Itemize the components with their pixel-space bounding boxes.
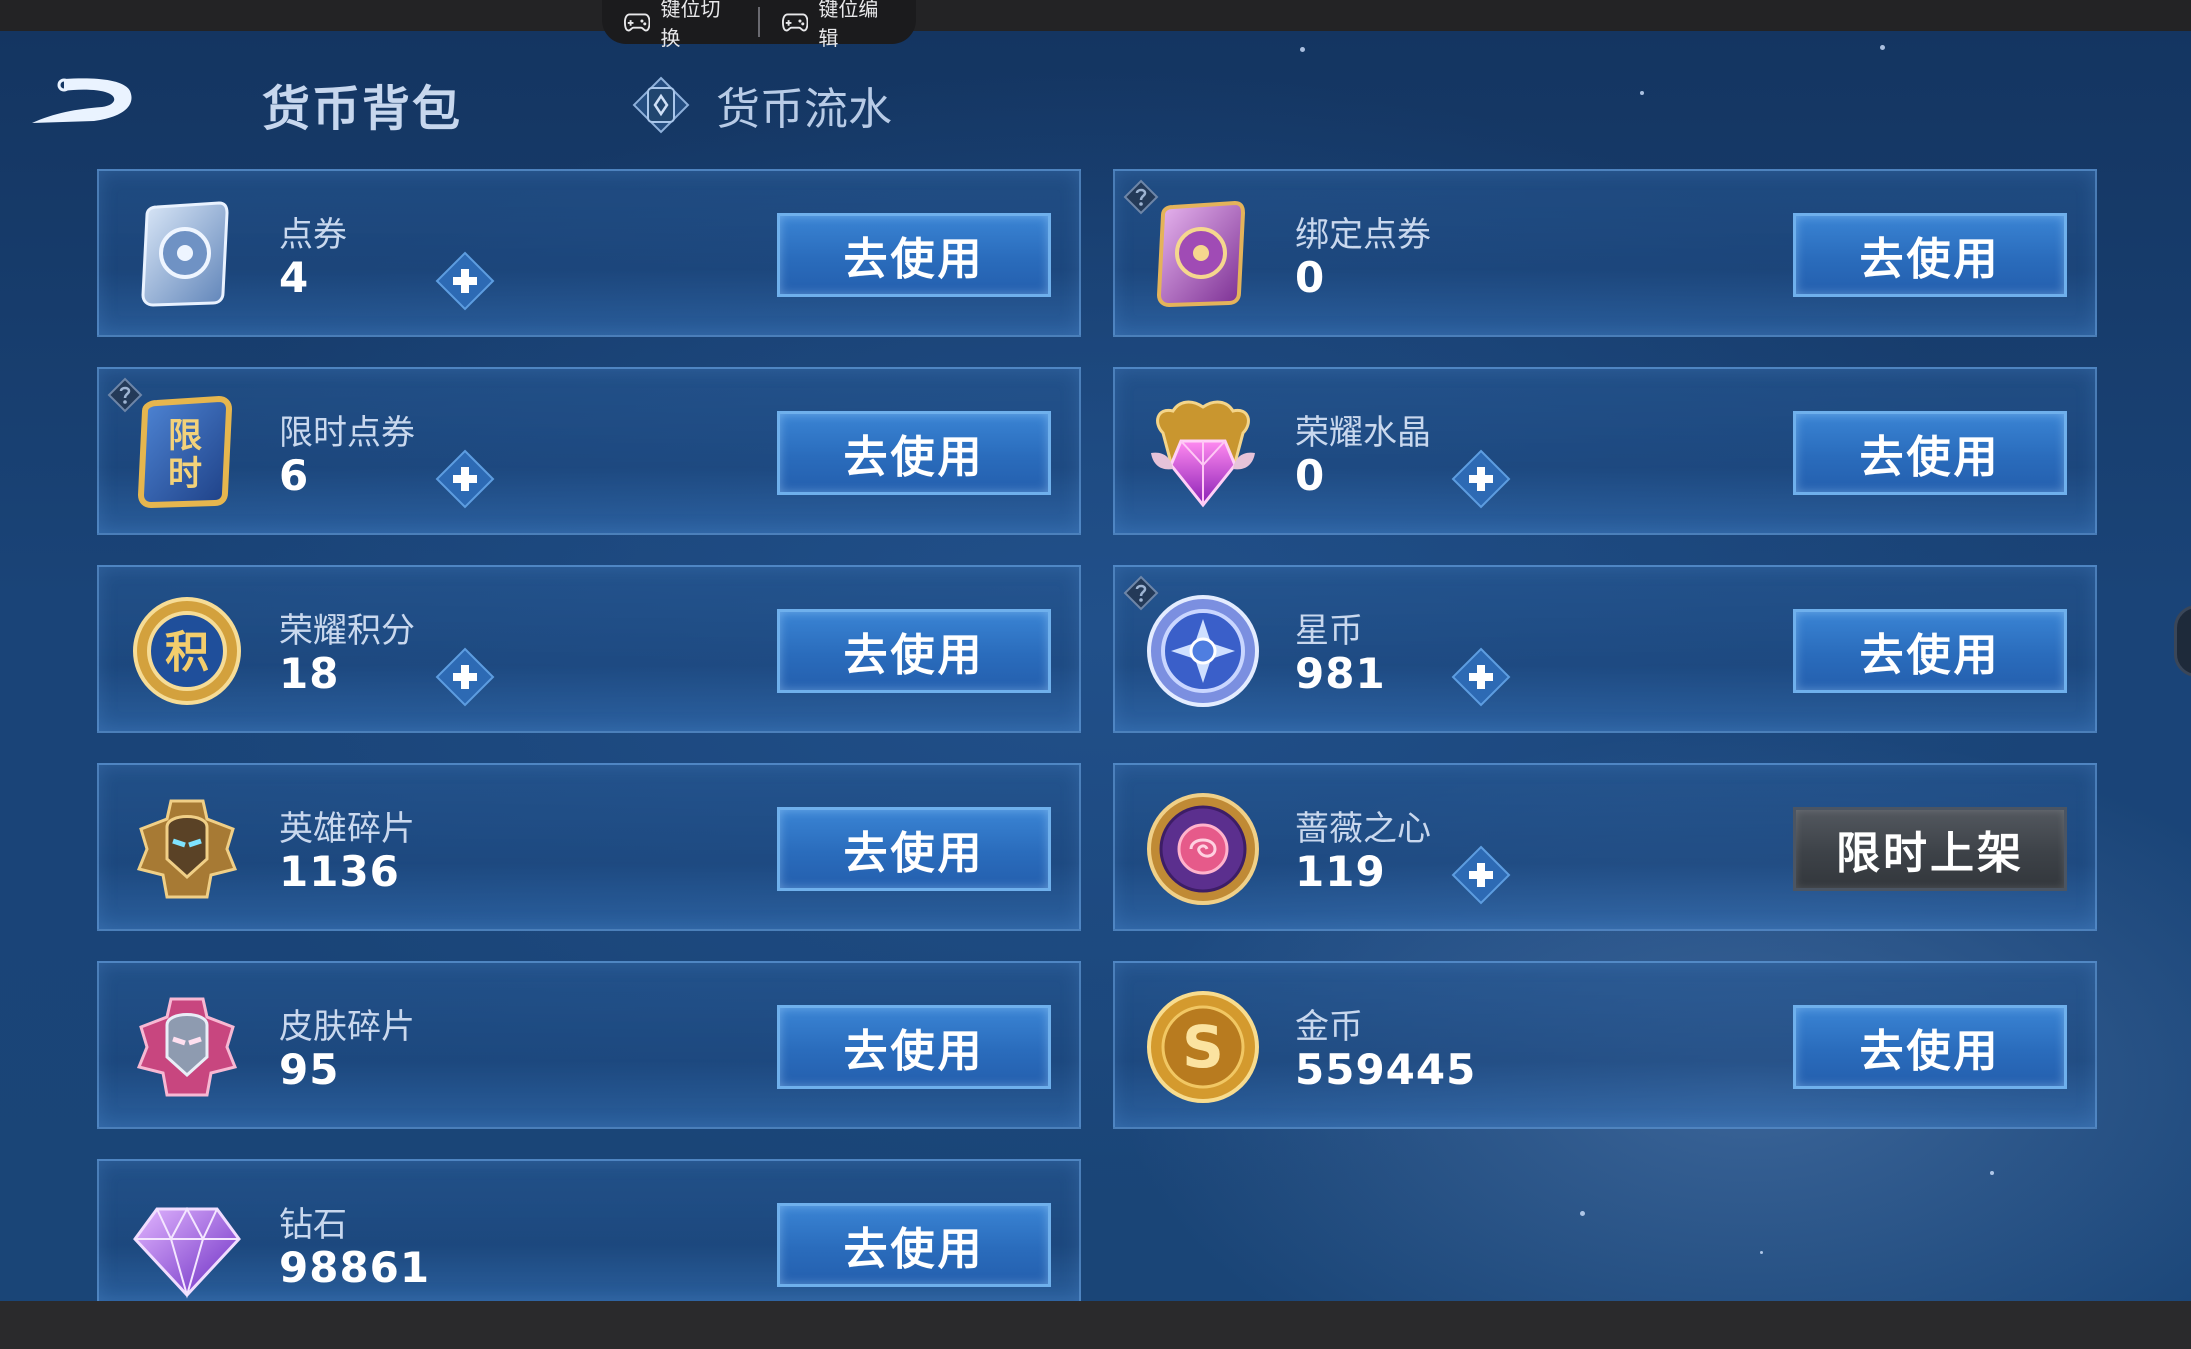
star-coin-icon	[1147, 595, 1259, 707]
currency-name: 钻石	[279, 1205, 347, 1245]
currency-amount: 6	[279, 451, 310, 500]
skin-shard-helmet-icon	[136, 997, 238, 1097]
currency-amount: 18	[279, 649, 340, 698]
use-button[interactable]: 去使用	[1793, 1005, 2067, 1089]
bound-coupon-card-icon	[1156, 200, 1246, 308]
use-button[interactable]: 去使用	[777, 807, 1051, 891]
currency-card-glory-crystal: 荣耀水晶 0 去使用	[1113, 367, 2097, 535]
star-decoration	[1300, 47, 1305, 52]
use-button[interactable]: 去使用	[777, 411, 1051, 495]
limited-glyph-top: 限	[168, 416, 202, 456]
star-decoration	[1880, 45, 1885, 50]
currency-name: 星币	[1295, 611, 1363, 651]
use-button[interactable]: 去使用	[777, 213, 1051, 297]
points-glyph: 积	[165, 627, 209, 678]
rose-heart-icon	[1147, 793, 1259, 905]
currency-name: 点券	[279, 215, 347, 255]
key-edit-button[interactable]: 键位编辑	[760, 0, 916, 50]
currency-name: 荣耀积分	[279, 611, 415, 651]
use-button[interactable]: 去使用	[777, 1203, 1051, 1287]
star-decoration	[1640, 91, 1644, 95]
currency-card-rose-heart: 蔷薇之心 119 限时上架	[1113, 763, 2097, 931]
gamepad-icon	[781, 13, 809, 32]
add-plus-icon[interactable]	[1451, 845, 1511, 905]
glory-points-icon: 积	[133, 597, 241, 705]
currency-amount: 981	[1295, 649, 1386, 698]
side-drawer-handle[interactable]	[2174, 605, 2191, 677]
gold-coin-icon: S	[1147, 991, 1259, 1103]
use-button[interactable]: 去使用	[1793, 609, 2067, 693]
currency-card-skin-shards: 皮肤碎片 95 去使用	[97, 961, 1081, 1129]
currency-card-limited-coupon: 限 时 限时点券 6 去使用	[97, 367, 1081, 535]
currency-card-coupon: 点券 4 去使用	[97, 169, 1081, 337]
currency-name: 金币	[1295, 1007, 1363, 1047]
limited-glyph-bottom: 时	[168, 454, 202, 494]
currency-name: 荣耀水晶	[1295, 413, 1431, 453]
gamepad-icon	[624, 13, 651, 32]
screen: 键位切换 键位编辑 货币背包 货币流水 点券 4 去使用 绑定点券 0 去使用 …	[0, 0, 2191, 1349]
gold-glyph: S	[1182, 1013, 1224, 1081]
currency-card-bound-coupon: 绑定点券 0 去使用	[1113, 169, 2097, 337]
currency-amount: 559445	[1295, 1045, 1477, 1094]
use-button[interactable]: 去使用	[1793, 213, 2067, 297]
add-plus-icon[interactable]	[435, 251, 495, 311]
currency-amount: 98861	[279, 1243, 431, 1292]
key-switch-button[interactable]: 键位切换	[602, 0, 758, 50]
diamond-gem-icon	[133, 1206, 241, 1299]
currency-name: 英雄碎片	[279, 809, 415, 849]
key-switch-label: 键位切换	[660, 0, 721, 50]
currency-amount: 119	[1295, 847, 1386, 896]
tab-currency-flow-label: 货币流水	[716, 84, 892, 135]
add-plus-icon[interactable]	[1451, 449, 1511, 509]
star-decoration	[1760, 1251, 1763, 1254]
add-plus-icon[interactable]	[1451, 647, 1511, 707]
currency-card-glory-points: 积 荣耀积分 18 去使用	[97, 565, 1081, 733]
hero-shard-helmet-icon	[136, 799, 238, 899]
currency-amount: 1136	[279, 847, 400, 896]
currency-card-star-coin: 星币 981 去使用	[1113, 565, 2097, 733]
currency-name: 限时点券	[279, 413, 415, 453]
star-decoration	[1580, 1211, 1585, 1216]
limited-coupon-icon: 限 时	[137, 395, 233, 509]
limited-release-button[interactable]: 限时上架	[1793, 807, 2067, 891]
use-button[interactable]: 去使用	[777, 1005, 1051, 1089]
back-arrow-icon[interactable]	[24, 69, 140, 129]
currency-name: 绑定点券	[1295, 215, 1431, 255]
currency-name: 皮肤碎片	[279, 1007, 415, 1047]
emulator-bottom-bar	[0, 1301, 2191, 1349]
currency-card-diamond: 钻石 98861 去使用	[97, 1159, 1081, 1301]
tab-currency-backpack[interactable]: 货币背包	[262, 69, 462, 139]
currency-card-hero-shards: 英雄碎片 1136 去使用	[97, 763, 1081, 931]
currency-name: 蔷薇之心	[1295, 809, 1431, 849]
currency-card-gold: S 金币 559445 去使用	[1113, 961, 2097, 1129]
currency-backpack-screen: 货币背包 货币流水 点券 4 去使用 绑定点券 0 去使用 限 时 限时点券 6…	[0, 31, 2191, 1301]
emulator-top-bar	[0, 0, 2191, 31]
currency-amount: 0	[1295, 253, 1326, 302]
emulator-key-controls: 键位切换 键位编辑	[602, 0, 916, 50]
star-decoration	[1990, 1171, 1994, 1175]
diamond-frame-icon	[632, 76, 690, 134]
use-button[interactable]: 去使用	[1793, 411, 2067, 495]
glory-crystal-icon	[1151, 400, 1255, 508]
add-plus-icon[interactable]	[435, 449, 495, 509]
add-plus-icon[interactable]	[435, 647, 495, 707]
coupon-card-icon	[141, 201, 229, 307]
key-edit-label: 键位编辑	[818, 0, 879, 50]
currency-amount: 0	[1295, 451, 1326, 500]
currency-amount: 95	[279, 1045, 340, 1094]
currency-amount: 4	[279, 253, 310, 302]
use-button[interactable]: 去使用	[777, 609, 1051, 693]
tab-currency-flow[interactable]: 货币流水	[630, 73, 892, 137]
